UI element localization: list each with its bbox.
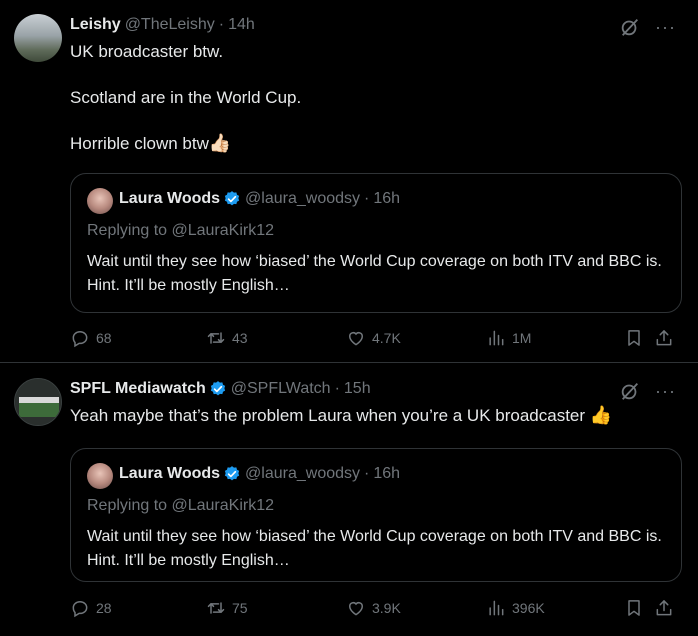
reply-count: 68 [96, 330, 112, 346]
retweet-icon [207, 602, 225, 614]
tweet-text: UK broadcaster btw. Scotland are in the … [70, 40, 660, 155]
quote-header: Laura Woods @laura_woodsy · 16h [119, 190, 400, 208]
quote-timestamp[interactable]: 16h [373, 190, 400, 208]
separator-dot: · [334, 380, 340, 397]
spfl-logo-icon [15, 379, 61, 425]
replying-to[interactable]: Replying to @LauraKirk12 [87, 222, 274, 240]
tweet-header: SPFL Mediawatch @SPFLWatch · 15h [70, 380, 371, 398]
quote-author-name[interactable]: Laura Woods [119, 465, 220, 483]
tweet[interactable]: Leishy @TheLeishy · 14h ··· UK broadcast… [0, 0, 698, 362]
tweet-text: Yeah maybe that’s the problem Laura when… [70, 404, 680, 427]
verified-icon [224, 191, 240, 206]
verified-icon [210, 381, 225, 396]
quote-author-handle[interactable]: @laura_woodsy [245, 465, 360, 483]
like-count: 3.9K [372, 600, 401, 616]
grok-icon[interactable] [619, 16, 641, 38]
tweet[interactable]: SPFL Mediawatch @SPFLWatch · 15h ··· Yea… [0, 366, 698, 636]
author-name[interactable]: SPFL Mediawatch [70, 380, 206, 398]
verified-icon [224, 466, 240, 481]
quote-author-handle[interactable]: @laura_woodsy [245, 190, 360, 208]
tweet-top-actions: ··· [619, 16, 676, 38]
share-button[interactable] [654, 598, 680, 618]
reply-icon [72, 600, 88, 618]
bookmark-icon [628, 600, 640, 616]
author-name[interactable]: Leishy [70, 16, 121, 34]
quote-author-name[interactable]: Laura Woods [119, 190, 220, 208]
replying-to[interactable]: Replying to @LauraKirk12 [87, 497, 274, 515]
like-icon [349, 332, 363, 346]
like-count: 4.7K [372, 330, 401, 346]
retweet-button[interactable]: 75 [206, 598, 248, 618]
retweet-icon [207, 332, 225, 344]
separator-dot: · [364, 190, 370, 207]
tweet-line: Yeah maybe that’s the problem Laura when… [70, 406, 586, 425]
reply-button[interactable]: 28 [70, 598, 112, 618]
tweet-line: UK broadcaster btw. [70, 42, 224, 61]
author-handle[interactable]: @TheLeishy [125, 16, 215, 34]
views-button[interactable]: 1M [486, 328, 531, 348]
retweet-button[interactable]: 43 [206, 328, 248, 348]
timestamp[interactable]: 15h [344, 380, 371, 398]
tweet-top-actions: ··· [619, 380, 676, 402]
quote-avatar[interactable] [87, 188, 113, 214]
bookmark-icon [628, 330, 640, 346]
grok-icon[interactable] [619, 380, 641, 402]
more-icon[interactable]: ··· [655, 17, 676, 38]
quote-timestamp[interactable]: 16h [373, 465, 400, 483]
more-icon[interactable]: ··· [655, 381, 676, 402]
tweet-actions: 28 75 3.9K 396K [70, 596, 682, 620]
share-icon [656, 600, 672, 616]
tweet-line: Scotland are in the World Cup. [70, 88, 302, 107]
quote-avatar[interactable] [87, 463, 113, 489]
quote-text: Wait until they see how ‘biased’ the Wor… [87, 253, 662, 294]
bookmark-button[interactable] [624, 328, 650, 348]
share-button[interactable] [654, 328, 680, 348]
separator-dot: · [218, 16, 225, 33]
quote-text: Wait until they see how ‘biased’ the Wor… [87, 528, 662, 569]
views-icon [489, 330, 504, 346]
views-button[interactable]: 396K [486, 598, 545, 618]
views-count: 396K [512, 600, 545, 616]
tweet-header: Leishy @TheLeishy · 14h [70, 16, 255, 34]
separator-dot: · [364, 465, 370, 482]
thumbs-up-icon: 👍 [589, 405, 613, 425]
bookmark-button[interactable] [624, 598, 650, 618]
timestamp[interactable]: 14h [228, 16, 255, 34]
avatar[interactable] [14, 14, 62, 62]
author-handle[interactable]: @SPFLWatch [231, 380, 331, 398]
views-icon [489, 600, 504, 616]
reply-count: 28 [96, 600, 112, 616]
quoted-tweet[interactable]: Laura Woods @laura_woodsy · 16h Replying… [70, 173, 682, 313]
tweet-line: Horrible clown btw [70, 134, 209, 153]
views-count: 1M [512, 330, 532, 346]
thumbs-up-icon: 👍🏻 [208, 133, 232, 153]
share-icon [656, 330, 672, 346]
retweet-count: 75 [232, 600, 248, 616]
tweet-divider [0, 362, 698, 363]
retweet-count: 43 [232, 330, 248, 346]
quote-header: Laura Woods @laura_woodsy · 16h [119, 465, 400, 483]
like-button[interactable]: 3.9K [346, 598, 401, 618]
reply-button[interactable]: 68 [70, 328, 112, 348]
reply-icon [72, 330, 88, 348]
tweet-actions: 68 43 4.7K 1M [70, 326, 682, 350]
like-button[interactable]: 4.7K [346, 328, 401, 348]
quoted-tweet[interactable]: Laura Woods @laura_woodsy · 16h Replying… [70, 448, 682, 582]
like-icon [349, 602, 363, 616]
avatar[interactable] [14, 378, 62, 426]
